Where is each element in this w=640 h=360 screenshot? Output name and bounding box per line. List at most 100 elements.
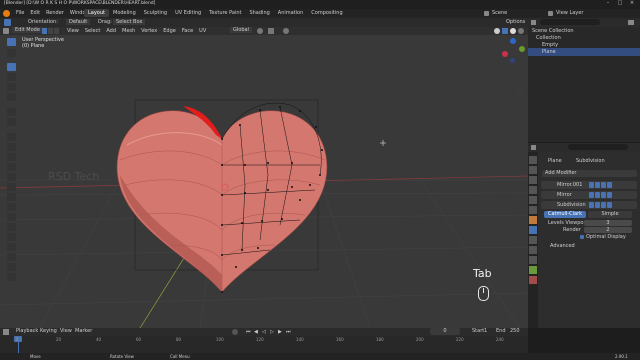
modifier-mirror-001[interactable]: Mirror.001 [541,181,637,189]
viewport-menu-edge[interactable]: Edge [160,27,179,35]
object-tab-icon[interactable] [529,216,537,224]
modifier-subdivision-toggles[interactable] [589,202,613,208]
mesh-vertex[interactable] [279,106,281,108]
editor-type-icon[interactable] [3,28,9,34]
viewport-menu-mesh[interactable]: Mesh [119,27,138,35]
end-field[interactable]: 250 [510,328,520,334]
options-dropdown[interactable]: Options [506,19,525,25]
menu-file[interactable]: File [13,9,27,17]
edge-slide-tool-icon[interactable] [7,213,16,221]
move-tool-icon[interactable] [7,63,16,71]
minimize-button[interactable]: – [603,0,613,9]
data-tab-icon[interactable] [529,266,537,274]
mesh-vertex[interactable] [299,199,301,201]
viewport-menu-select[interactable]: Select [82,27,103,35]
output-tab-icon[interactable] [529,176,537,184]
snap-icon[interactable] [268,28,274,34]
current-frame-field[interactable]: 0 [430,328,460,335]
mesh-vertex[interactable] [257,247,259,249]
mode-dropdown[interactable]: Edit Mode [12,27,43,33]
xray-icon[interactable] [502,28,508,34]
catmull-clark-button[interactable]: Catmull-Clark [544,211,586,218]
scene-name[interactable]: Scene [492,10,507,16]
levels-viewport-field[interactable]: 3 [584,220,632,226]
poly-build-tool-icon[interactable] [7,183,16,191]
tab-compositing[interactable]: Compositing [307,9,346,17]
transform-tool-icon[interactable] [7,93,16,101]
viewport-shading-icon[interactable] [494,28,500,34]
view-menu[interactable]: View [58,328,74,334]
material-tab-icon[interactable] [529,276,537,284]
measure-tool-icon[interactable] [7,118,16,126]
drag-dropdown[interactable]: Select Box [113,19,146,25]
modifier-mirror[interactable]: Mirror [541,191,637,199]
modifier-mirror-toggles[interactable] [589,192,613,198]
solid-shading-icon[interactable] [510,28,516,34]
modifier-tab-icon[interactable] [529,226,537,234]
mesh-vertex[interactable] [321,149,323,151]
rendered-shading-icon[interactable] [518,28,524,34]
tool-tab-icon[interactable] [529,156,537,164]
timeline-area[interactable] [0,336,528,353]
optimal-display-checkbox[interactable] [580,235,584,239]
mesh-vertex[interactable] [319,174,321,176]
menu-render[interactable]: Render [43,9,67,17]
mesh-vertex[interactable] [309,184,311,186]
zoom-icon[interactable] [516,66,524,74]
close-button[interactable]: × [627,0,637,9]
pan-hand-icon[interactable] [516,77,524,85]
modifier-subdivision[interactable]: Subdivision [541,201,637,209]
mesh-vertex[interactable] [299,110,301,112]
mesh-vertex[interactable] [221,254,223,256]
particles-tab-icon[interactable] [529,236,537,244]
marker-menu[interactable]: Marker [73,328,94,334]
play-icon[interactable]: ▷ [270,329,274,335]
mesh-vertex[interactable] [267,189,269,191]
rotate-tool-icon[interactable] [7,73,16,81]
physics-tab-icon[interactable] [529,246,537,254]
play-reverse-icon[interactable]: ◁ [262,329,266,335]
tab-sculpting[interactable]: Sculpting [140,9,171,17]
mesh-vertex[interactable] [221,138,223,140]
tab-modeling[interactable]: Modeling [109,9,140,17]
select-mode-vertex[interactable] [42,28,47,34]
mesh-vertex[interactable] [239,124,241,126]
outliner-editor-icon[interactable] [531,20,536,25]
select-tool-icon[interactable] [7,38,16,46]
mesh-vertex[interactable] [281,218,283,220]
jump-end-icon[interactable]: ⏭ [286,329,291,335]
select-mode-edge[interactable] [48,28,53,34]
maximize-button[interactable]: □ [615,0,625,9]
next-key-icon[interactable]: ▶ [278,329,282,335]
extra-tool-icon[interactable] [7,273,16,281]
scene-tab-icon[interactable] [529,196,537,204]
spin-tool-icon[interactable] [7,193,16,201]
viewport-menu-add[interactable]: Add [103,27,119,35]
select-mode-icon[interactable] [4,19,11,26]
scale-tool-icon[interactable] [7,83,16,91]
navigation-gizmo[interactable] [500,38,526,64]
tab-shading[interactable]: Shading [245,9,273,17]
gizmo-x-axis[interactable] [502,51,508,57]
inset-tool-icon[interactable] [7,143,16,151]
smooth-tool-icon[interactable] [7,203,16,211]
outliner-item-plane[interactable]: Plane [528,48,640,56]
tab-texture-paint[interactable]: Texture Paint [205,9,245,17]
select-mode-face[interactable] [54,28,59,34]
mesh-vertex[interactable] [244,164,246,166]
mesh-vertex[interactable] [241,222,243,224]
proportional-edit-icon[interactable] [283,28,289,34]
viewport-menu-face[interactable]: Face [179,27,196,35]
keying-menu[interactable]: Keying [38,328,59,334]
cursor-tool-icon[interactable] [7,49,16,57]
mesh-vertex[interactable] [315,126,317,128]
perspective-toggle-icon[interactable] [516,99,524,107]
loop-cut-tool-icon[interactable] [7,163,16,171]
tab-animation[interactable]: Animation [274,9,308,17]
tab-layout[interactable]: Layout [84,9,109,17]
viewport-menu-view[interactable]: View [64,27,82,35]
prev-key-icon[interactable]: ◀ [254,329,258,335]
render-tab-icon[interactable] [529,166,537,174]
gizmo-neg-z[interactable] [510,58,515,63]
extrude-tool-icon[interactable] [7,133,16,141]
